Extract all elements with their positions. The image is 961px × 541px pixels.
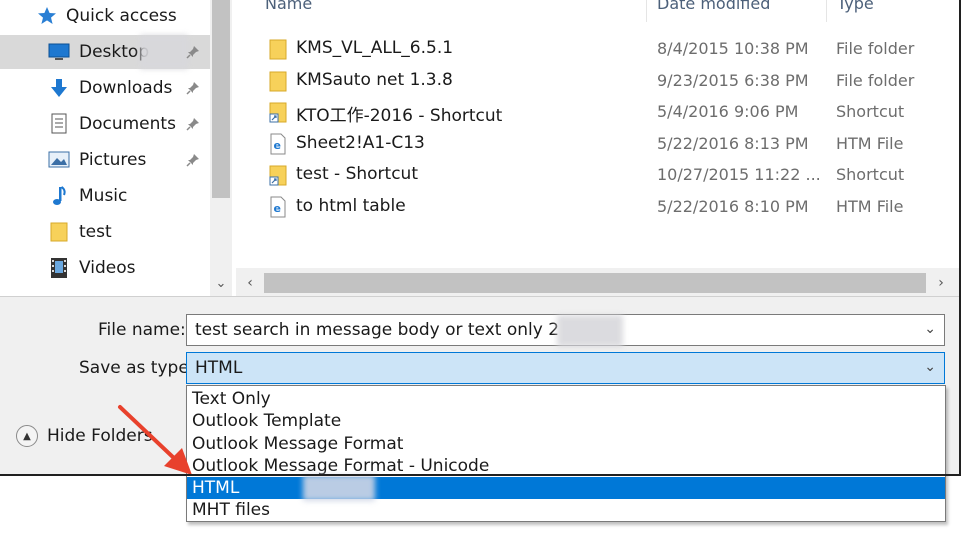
option-outlook-message-format-unicode[interactable]: Outlook Message Format - Unicode [187, 455, 945, 477]
svg-text:e: e [274, 202, 281, 215]
file-date: 8/4/2015 10:38 PM [657, 39, 809, 58]
navigation-pane: Quick access Desktop Downloads Documents… [0, 0, 236, 296]
file-row[interactable]: KMSauto net 1.3.8 9/23/2015 6:38 PM File… [264, 66, 954, 96]
music-icon [48, 185, 70, 207]
horizontal-scrollbar-thumb[interactable] [264, 273, 926, 293]
file-type: File folder [836, 39, 915, 58]
file-date: 5/22/2016 8:13 PM [657, 134, 809, 153]
file-name: to html table [296, 196, 406, 216]
save-type-value: HTML [195, 358, 243, 378]
file-name-label: File name: [98, 320, 186, 340]
blurred-region [557, 315, 623, 347]
file-type: Shortcut [836, 102, 905, 121]
file-name-value: test search in message body or text only… [195, 320, 560, 340]
file-date: 9/23/2015 6:38 PM [657, 71, 809, 90]
column-header-date[interactable]: Date modified [657, 0, 770, 13]
folder-icon [268, 38, 290, 60]
nav-label: Desktop [79, 42, 150, 62]
file-row[interactable]: e to html table 5/22/2016 8:10 PM HTM Fi… [264, 192, 954, 222]
file-name: KMS_VL_ALL_6.5.1 [296, 38, 454, 58]
nav-item-quick-access[interactable]: Quick access [0, 0, 210, 34]
option-outlook-template[interactable]: Outlook Template [187, 410, 945, 432]
scroll-right-icon[interactable]: › [933, 274, 949, 292]
nav-item-pictures[interactable]: Pictures [0, 143, 210, 177]
option-text-only[interactable]: Text Only [187, 388, 945, 410]
desktop-icon [48, 41, 70, 63]
folder-shortcut-icon [268, 101, 290, 123]
option-outlook-message-format[interactable]: Outlook Message Format [187, 433, 945, 455]
column-divider[interactable] [826, 0, 827, 22]
chevron-down-icon[interactable]: ⌄ [924, 359, 936, 375]
nav-item-desktop[interactable]: Desktop [0, 35, 210, 69]
file-type: HTM File [836, 134, 904, 153]
option-mht-files[interactable]: MHT files [187, 499, 945, 521]
nav-item-music[interactable]: Music [0, 179, 210, 213]
file-name: test - Shortcut [296, 164, 418, 184]
file-date: 10/27/2015 11:22 ... [657, 165, 821, 184]
nav-label: test [79, 222, 112, 242]
pin-icon[interactable] [186, 153, 200, 167]
column-header-name[interactable]: Name [265, 0, 312, 13]
nav-item-test[interactable]: test [0, 215, 210, 249]
nav-scrollbar-thumb[interactable] [212, 0, 230, 198]
file-type: HTM File [836, 197, 904, 216]
file-date: 5/4/2016 9:06 PM [657, 102, 799, 121]
file-row[interactable]: e Sheet2!A1-C13 5/22/2016 8:13 PM HTM Fi… [264, 129, 954, 159]
nav-label: Quick access [66, 6, 177, 26]
html-file-icon: e [268, 133, 290, 155]
save-as-dialog: Quick access Desktop Downloads Documents… [0, 0, 961, 541]
download-icon [48, 77, 70, 99]
save-type-select[interactable]: HTML ⌄ [186, 352, 945, 384]
red-arrow-annotation [118, 405, 192, 475]
file-row[interactable]: KTO工作-2016 - Shortcut 5/4/2016 9:06 PM S… [264, 97, 954, 127]
pin-icon[interactable] [186, 45, 200, 59]
nav-item-documents[interactable]: Documents [0, 107, 210, 141]
column-divider[interactable] [646, 0, 647, 22]
documents-icon [48, 113, 70, 135]
column-header-type[interactable]: Type [837, 0, 874, 13]
folder-icon [48, 221, 70, 243]
pin-icon[interactable] [186, 81, 200, 95]
nav-label: Documents [79, 114, 176, 134]
nav-label: Pictures [79, 150, 147, 170]
videos-icon [48, 257, 70, 279]
nav-item-downloads[interactable]: Downloads [0, 71, 210, 105]
file-type: File folder [836, 71, 915, 90]
scroll-left-icon[interactable]: ‹ [242, 274, 258, 292]
nav-label: Downloads [79, 78, 173, 98]
file-name: KTO工作-2016 - Shortcut [296, 106, 503, 126]
file-type: Shortcut [836, 165, 905, 184]
blurred-region [140, 35, 188, 69]
nav-label: Music [79, 186, 128, 206]
option-html[interactable]: HTML [187, 475, 945, 501]
save-type-dropdown: Text Only Outlook Template Outlook Messa… [186, 385, 946, 522]
blurred-region [303, 475, 375, 501]
pin-icon[interactable] [186, 117, 200, 131]
chevron-up-icon: ▲ [16, 425, 38, 447]
svg-text:e: e [274, 139, 281, 152]
file-row[interactable]: KMS_VL_ALL_6.5.1 8/4/2015 10:38 PM File … [264, 34, 954, 64]
file-name: KMSauto net 1.3.8 [296, 70, 453, 90]
star-icon [36, 5, 58, 27]
nav-label: Videos [79, 258, 136, 278]
file-name: Sheet2!A1-C13 [296, 133, 425, 153]
folder-icon [268, 70, 290, 92]
chevron-down-icon[interactable]: ⌄ [924, 321, 936, 337]
file-row[interactable]: test - Shortcut 10/27/2015 11:22 ... Sho… [264, 160, 954, 190]
file-name-input[interactable]: test search in message body or text only… [186, 314, 945, 347]
folder-shortcut-icon [268, 164, 290, 186]
nav-item-videos[interactable]: Videos [0, 251, 210, 285]
chevron-down-icon[interactable]: ⌄ [213, 276, 229, 292]
html-file-icon: e [268, 196, 290, 218]
save-type-label: Save as type: [79, 358, 195, 378]
pictures-icon [48, 149, 70, 171]
file-date: 5/22/2016 8:10 PM [657, 197, 809, 216]
